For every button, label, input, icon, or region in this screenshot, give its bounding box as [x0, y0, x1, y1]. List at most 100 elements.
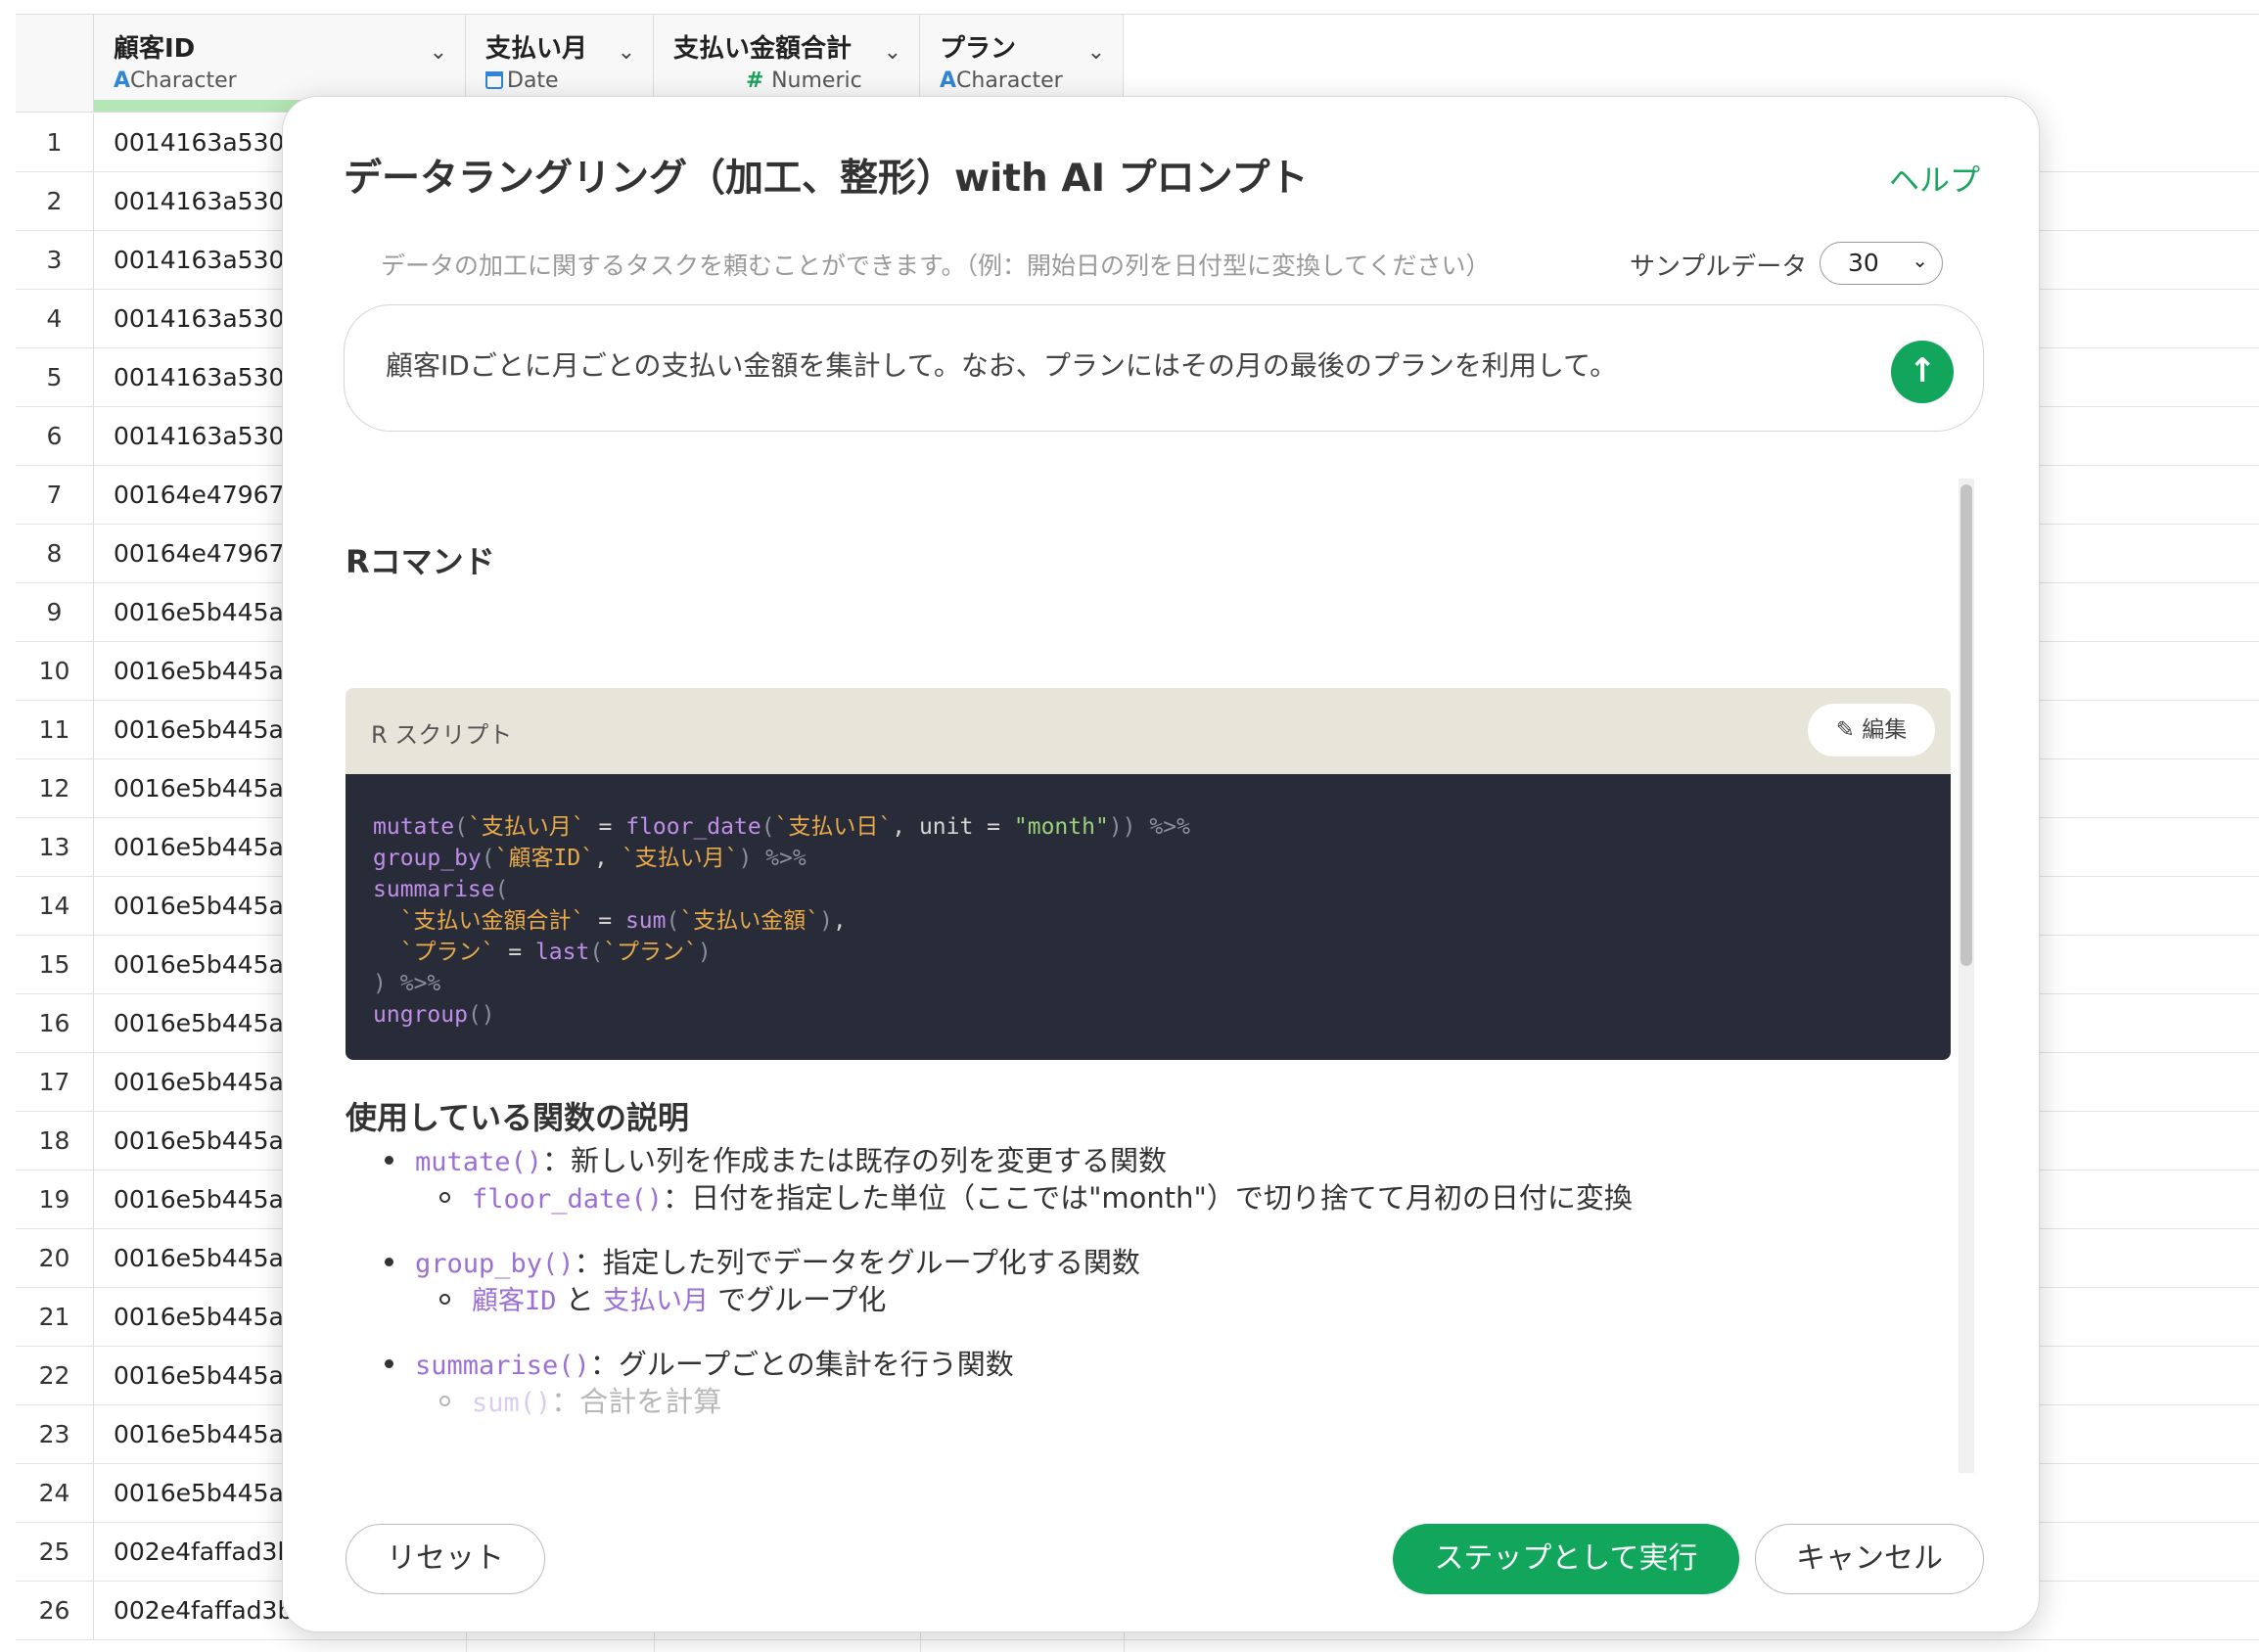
bullet: [385, 1359, 393, 1368]
help-link[interactable]: ヘルプ: [1889, 156, 1980, 200]
customer-id-cell[interactable]: 0016e5b445a: [114, 1170, 284, 1229]
row-number: 23: [16, 1405, 94, 1464]
row-number: 7: [16, 466, 94, 525]
edit-button[interactable]: ✎ 編集: [1808, 704, 1935, 757]
customer-id-cell[interactable]: 0016e5b445a: [114, 1405, 284, 1464]
chevron-down-icon[interactable]: ⌄: [430, 40, 447, 65]
edit-icon: ✎: [1835, 717, 1863, 743]
customer-id-cell[interactable]: 00164e47967: [114, 466, 284, 525]
r-script-header: R スクリプト ✎ 編集: [346, 688, 1951, 774]
scrollbar-thumb[interactable]: [1960, 484, 1972, 966]
row-number: 14: [16, 877, 94, 936]
row-number: 12: [16, 759, 94, 818]
prompt-input[interactable]: 顧客IDごとに月ごとの支払い金額を集計して。なお、プランにはその月の最後のプラン…: [344, 304, 1984, 432]
row-number: 8: [16, 525, 94, 583]
row-number: 25: [16, 1523, 94, 1582]
row-number: 11: [16, 701, 94, 759]
run-as-step-button[interactable]: ステップとして実行: [1393, 1524, 1739, 1594]
customer-id-cell[interactable]: 002e4faffad3b: [114, 1523, 293, 1582]
bullet: [439, 1294, 450, 1305]
customer-id-cell[interactable]: 0014163a530: [114, 407, 284, 466]
row-number: 26: [16, 1582, 94, 1640]
customer-id-cell[interactable]: 0016e5b445a: [114, 759, 284, 818]
row-number: 19: [16, 1170, 94, 1229]
row-number: 13: [16, 818, 94, 877]
row-number: 20: [16, 1229, 94, 1288]
calendar-icon: [485, 71, 503, 89]
customer-id-cell[interactable]: 002e4faffad3b: [114, 1582, 293, 1640]
row-number-header: [16, 15, 94, 113]
r-command-heading: Rコマンド: [346, 543, 495, 580]
chevron-down-icon[interactable]: ⌄: [618, 40, 635, 65]
row-number: 10: [16, 642, 94, 701]
customer-id-cell[interactable]: 0016e5b445a: [114, 642, 284, 701]
result-scroll-area[interactable]: Rコマンド R スクリプト ✎ 編集 mutate(`支払い月` = floor…: [346, 477, 2000, 1473]
prompt-hint: データの加工に関するタスクを頼むことができます。（例：開始日の列を日付型に変換し…: [381, 252, 1491, 280]
customer-id-cell[interactable]: 0014163a530: [114, 114, 284, 172]
numeric-type-icon: #: [746, 69, 772, 93]
row-number: 3: [16, 231, 94, 290]
chevron-down-icon[interactable]: ⌄: [1087, 40, 1105, 65]
column-type: ACharacter: [114, 69, 237, 93]
bullet: [439, 1192, 450, 1203]
customer-id-cell[interactable]: 0016e5b445a: [114, 877, 284, 936]
row-number: 4: [16, 290, 94, 348]
cancel-button[interactable]: キャンセル: [1755, 1524, 1984, 1594]
row-number: 9: [16, 583, 94, 642]
send-button[interactable]: ↑: [1891, 341, 1954, 403]
arrow-up-icon: ↑: [1908, 351, 1937, 390]
list-item-group-columns: 顧客ID と 支払い月 でグループ化: [439, 1277, 886, 1318]
chevron-down-icon[interactable]: ⌄: [884, 40, 901, 65]
reset-button[interactable]: リセット: [346, 1524, 545, 1594]
row-number: 16: [16, 994, 94, 1053]
customer-id-cell[interactable]: 0016e5b445a: [114, 1288, 284, 1347]
column-type: # Numeric: [746, 69, 862, 93]
bullet: [439, 1396, 450, 1406]
character-type-icon: A: [940, 69, 957, 93]
row-number: 24: [16, 1464, 94, 1523]
column-type: ACharacter: [940, 69, 1063, 93]
customer-id-cell[interactable]: 0016e5b445a: [114, 818, 284, 877]
column-name: 支払い月: [485, 34, 588, 64]
sample-data-label: サンプルデータ: [1630, 252, 1808, 282]
row-number: 22: [16, 1347, 94, 1405]
sample-data-value: 30: [1848, 249, 1879, 277]
list-item-sum: sum()：合計を計算: [439, 1379, 721, 1420]
customer-id-cell[interactable]: 0016e5b445a: [114, 583, 284, 642]
sample-data-select[interactable]: 30 ⌄: [1820, 242, 1943, 285]
customer-id-cell[interactable]: 0016e5b445a: [114, 1229, 284, 1288]
dialog-title: データラングリング（加工、整形）with AI プロンプト: [344, 157, 1309, 201]
r-script-code: mutate(`支払い月` = floor_date(`支払い日`, unit …: [346, 774, 1951, 1060]
customer-id-cell[interactable]: 00164e47967: [114, 525, 284, 583]
row-number: 5: [16, 348, 94, 407]
row-number: 2: [16, 172, 94, 231]
chevron-down-icon: ⌄: [1912, 249, 1928, 272]
row-number: 21: [16, 1288, 94, 1347]
list-item-summarise: summarise()：グループごとの集計を行う関数: [385, 1342, 1014, 1383]
functions-heading: 使用している関数の説明: [346, 1099, 690, 1136]
customer-id-cell[interactable]: 0016e5b445a: [114, 1053, 284, 1112]
column-name: 支払い金額合計: [673, 34, 853, 64]
list-item-mutate: mutate()：新しい列を作成または既存の列を変更する関数: [385, 1138, 1167, 1179]
customer-id-cell[interactable]: 0014163a530: [114, 290, 284, 348]
customer-id-cell[interactable]: 0016e5b445a: [114, 701, 284, 759]
customer-id-cell[interactable]: 0016e5b445a: [114, 994, 284, 1053]
customer-id-cell[interactable]: 0014163a530: [114, 348, 284, 407]
row-number: 17: [16, 1053, 94, 1112]
prompt-text[interactable]: 顧客IDごとに月ごとの支払い金額を集計して。なお、プランにはその月の最後のプラン…: [386, 344, 1617, 384]
list-item-group-by: group_by()：指定した列でデータをグループ化する関数: [385, 1240, 1140, 1281]
bullet: [385, 1258, 393, 1266]
customer-id-cell[interactable]: 0014163a530: [114, 172, 284, 231]
row-number: 1: [16, 114, 94, 172]
column-type: Date: [485, 69, 633, 93]
customer-id-cell[interactable]: 0014163a530: [114, 231, 284, 290]
customer-id-cell[interactable]: 0016e5b445a: [114, 1347, 284, 1405]
customer-id-cell[interactable]: 0016e5b445a: [114, 1112, 284, 1170]
customer-id-cell[interactable]: 0016e5b445a: [114, 936, 284, 994]
r-script-label: R スクリプト: [371, 721, 513, 749]
row-number: 6: [16, 407, 94, 466]
column-name: プラン: [940, 34, 1017, 64]
customer-id-cell[interactable]: 0016e5b445a: [114, 1464, 284, 1523]
ai-prompt-dialog: データラングリング（加工、整形）with AI プロンプト ヘルプ データの加工…: [282, 96, 2040, 1632]
bullet: [385, 1156, 393, 1165]
